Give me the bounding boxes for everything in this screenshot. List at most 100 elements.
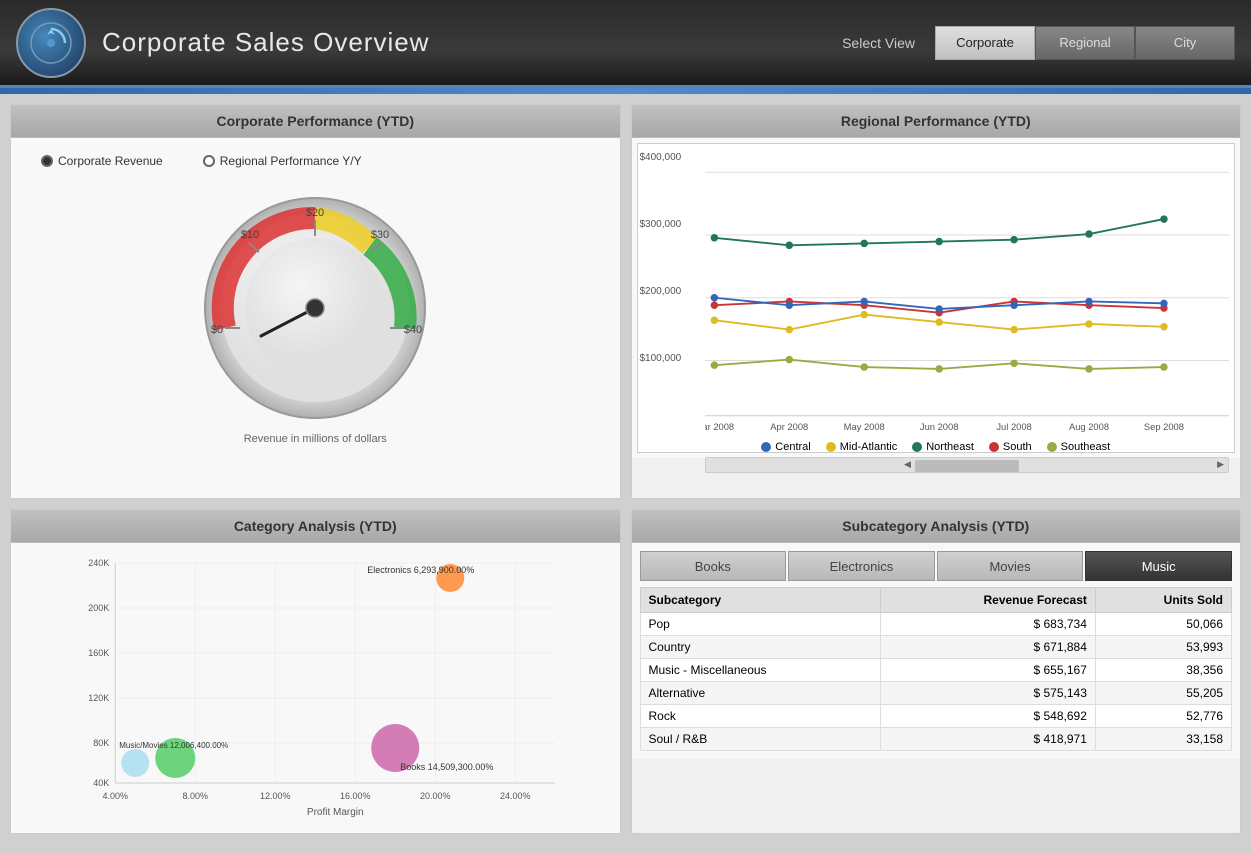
svg-text:$10: $10	[241, 229, 259, 241]
cat-analysis-title: Category Analysis (YTD)	[11, 510, 620, 543]
chart-scrollbar[interactable]: ◀ ▶	[705, 457, 1230, 473]
legend-label-south: South	[1003, 441, 1032, 453]
svg-text:8.00%: 8.00%	[182, 791, 208, 801]
radio-regional-yy[interactable]: Regional Performance Y/Y	[203, 154, 362, 168]
cell-units: 38,356	[1095, 659, 1231, 682]
legend-central: Central	[761, 441, 810, 453]
legend-midatlantic: Mid-Atlantic	[826, 441, 897, 453]
scatter-chart: Units Sold 240K 200K	[21, 553, 610, 823]
subcategory-analysis-panel: Subcategory Analysis (YTD) Books Electro…	[631, 509, 1242, 834]
cell-subcategory: Soul / R&B	[640, 728, 881, 751]
radio-options: Corporate Revenue Regional Performance Y…	[21, 148, 610, 178]
svg-text:May 2008: May 2008	[843, 422, 884, 432]
cell-subcategory: Alternative	[640, 682, 881, 705]
cell-subcategory: Music - Miscellaneous	[640, 659, 881, 682]
svg-text:120K: 120K	[88, 693, 109, 703]
subcat-analysis-body: Books Electronics Movies Music Subcatego…	[632, 543, 1241, 759]
svg-text:$20: $20	[306, 207, 324, 219]
logo	[16, 8, 86, 78]
svg-text:20.00%: 20.00%	[420, 791, 451, 801]
cell-subcategory: Pop	[640, 613, 881, 636]
tab-music[interactable]: Music	[1085, 551, 1232, 581]
line-chart-svg: Mar 2008 Apr 2008 May 2008 Jun 2008 Jul …	[705, 154, 1230, 434]
y-label-200k: $200,000	[640, 286, 682, 297]
radio-label-corporate: Corporate Revenue	[58, 154, 163, 168]
subcategory-tabs: Books Electronics Movies Music	[640, 551, 1233, 581]
table-row: Rock $ 548,692 52,776	[640, 705, 1232, 728]
corp-perf-title: Corporate Performance (YTD)	[11, 105, 620, 138]
legend-label-northeast: Northeast	[926, 441, 974, 453]
legend-dot-south	[989, 442, 999, 452]
svg-text:Sep 2008: Sep 2008	[1143, 422, 1183, 432]
scatter-svg: Units Sold 240K 200K	[21, 553, 610, 823]
gauge: $20 $0 $40 $10 $30	[195, 188, 435, 428]
svg-text:80K: 80K	[93, 738, 109, 748]
y-label-100k: $100,000	[640, 353, 682, 364]
gauge-note: Revenue in millions of dollars	[244, 433, 387, 445]
svg-text:$40: $40	[404, 324, 422, 336]
legend-dot-midatlantic	[826, 442, 836, 452]
radio-dot-corporate	[41, 155, 53, 167]
col-revenue: Revenue Forecast	[881, 588, 1096, 613]
view-btn-regional[interactable]: Regional	[1035, 26, 1135, 60]
cell-revenue: $ 575,143	[881, 682, 1096, 705]
legend-dot-central	[761, 442, 771, 452]
table-row: Alternative $ 575,143 55,205	[640, 682, 1232, 705]
svg-text:Music/Movies 12,006,400.00%: Music/Movies 12,006,400.00%	[119, 741, 228, 750]
svg-text:160K: 160K	[88, 648, 109, 658]
cat-analysis-body: Units Sold 240K 200K	[11, 543, 620, 833]
scroll-left-arrow[interactable]: ◀	[904, 459, 911, 470]
page-title: Corporate Sales Overview	[102, 27, 842, 58]
legend-label-midatlantic: Mid-Atlantic	[840, 441, 897, 453]
legend-southeast: Southeast	[1047, 441, 1111, 453]
svg-text:Aug 2008: Aug 2008	[1068, 422, 1108, 432]
cell-units: 50,066	[1095, 613, 1231, 636]
scrollbar-thumb[interactable]	[915, 460, 1020, 472]
legend-northeast: Northeast	[912, 441, 974, 453]
svg-text:Jul 2008: Jul 2008	[996, 422, 1031, 432]
svg-text:12.00%: 12.00%	[260, 791, 291, 801]
col-units: Units Sold	[1095, 588, 1231, 613]
svg-text:40K: 40K	[93, 778, 109, 788]
cell-units: 55,205	[1095, 682, 1231, 705]
svg-text:24.00%: 24.00%	[500, 791, 531, 801]
y-label-300k: $300,000	[640, 219, 682, 230]
svg-text:$30: $30	[371, 229, 389, 241]
cell-revenue: $ 548,692	[881, 705, 1096, 728]
svg-text:4.00%: 4.00%	[102, 791, 128, 801]
tab-books[interactable]: Books	[640, 551, 787, 581]
view-buttons: Corporate Regional City	[935, 26, 1235, 60]
cell-revenue: $ 671,884	[881, 636, 1096, 659]
select-view-label: Select View	[842, 35, 915, 51]
cell-revenue: $ 655,167	[881, 659, 1096, 682]
radio-corporate-revenue[interactable]: Corporate Revenue	[41, 154, 163, 168]
legend-dot-southeast	[1047, 442, 1057, 452]
legend-south: South	[989, 441, 1032, 453]
svg-text:240K: 240K	[88, 558, 109, 568]
svg-text:200K: 200K	[88, 603, 109, 613]
view-btn-corporate[interactable]: Corporate	[935, 26, 1035, 60]
y-label-400k: $400,000	[640, 152, 682, 163]
subcat-analysis-title: Subcategory Analysis (YTD)	[632, 510, 1241, 543]
radio-label-regional: Regional Performance Y/Y	[220, 154, 362, 168]
legend-label-southeast: Southeast	[1061, 441, 1111, 453]
cell-revenue: $ 683,734	[881, 613, 1096, 636]
view-btn-city[interactable]: City	[1135, 26, 1235, 60]
cell-units: 33,158	[1095, 728, 1231, 751]
tab-electronics[interactable]: Electronics	[788, 551, 935, 581]
radio-dot-regional	[203, 155, 215, 167]
corp-perf-body: Corporate Revenue Regional Performance Y…	[11, 138, 620, 498]
scroll-right-arrow[interactable]: ▶	[1217, 459, 1224, 470]
cell-subcategory: Country	[640, 636, 881, 659]
cell-subcategory: Rock	[640, 705, 881, 728]
main-content: Corporate Performance (YTD) Corporate Re…	[0, 94, 1251, 844]
table-row: Country $ 671,884 53,993	[640, 636, 1232, 659]
bubble-movies	[121, 749, 149, 777]
header: Corporate Sales Overview Select View Cor…	[0, 0, 1251, 88]
svg-text:Jun 2008: Jun 2008	[919, 422, 958, 432]
chart-legend: Central Mid-Atlantic Northeast South	[643, 441, 1230, 453]
svg-text:Mar 2008: Mar 2008	[705, 422, 734, 432]
table-row: Soul / R&B $ 418,971 33,158	[640, 728, 1232, 751]
cell-units: 53,993	[1095, 636, 1231, 659]
tab-movies[interactable]: Movies	[937, 551, 1084, 581]
